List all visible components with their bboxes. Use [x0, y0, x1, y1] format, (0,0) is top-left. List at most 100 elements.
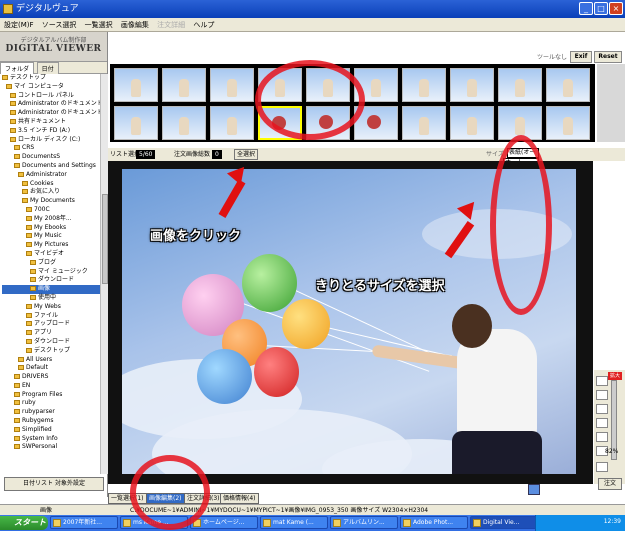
- tree-item[interactable]: ブログ: [2, 259, 100, 268]
- tree-item[interactable]: My Ebooks: [2, 224, 100, 233]
- tree-item[interactable]: 共有ドキュメント: [2, 118, 100, 127]
- system-tray: 12:39: [535, 515, 625, 531]
- tree-item[interactable]: DocumentsS: [2, 153, 100, 162]
- tree-item[interactable]: EN: [2, 382, 100, 391]
- zoom-out-icon[interactable]: [596, 390, 608, 400]
- tree-item[interactable]: rubyparser: [2, 408, 100, 417]
- tree-item[interactable]: Administrator: [2, 171, 100, 180]
- thumbnail[interactable]: [210, 106, 254, 140]
- tree-item[interactable]: My Webs: [2, 303, 100, 312]
- color-icon[interactable]: [596, 418, 608, 428]
- tree-scrollbar[interactable]: [100, 74, 108, 474]
- date-list-button[interactable]: 日付リスト 対象外設定: [4, 477, 104, 491]
- tree-item[interactable]: 3.5 インチ FD (A:): [2, 127, 100, 136]
- zoom-in-icon[interactable]: [596, 376, 608, 386]
- tree-item[interactable]: My 2008年...: [2, 215, 100, 224]
- taskbar-item[interactable]: アルバムリン...: [330, 516, 398, 529]
- tree-item[interactable]: ローカル ディスク (C:): [2, 136, 100, 145]
- tree-item[interactable]: Administrator のドキュメント: [2, 109, 100, 118]
- thumbnail[interactable]: [546, 68, 590, 102]
- thumbnail[interactable]: [114, 68, 158, 102]
- tree-item[interactable]: Administrator のドキュメント: [2, 100, 100, 109]
- tree-item[interactable]: デスクトップ: [2, 74, 100, 83]
- thumbnail[interactable]: [450, 106, 494, 140]
- taskbar-item[interactable]: Adobe Phot...: [400, 516, 468, 529]
- tree-item-label: デスクトップ: [34, 346, 71, 354]
- thumbnail[interactable]: [162, 106, 206, 140]
- tree-item[interactable]: ダウンロード: [2, 276, 100, 285]
- folder-icon: [26, 330, 32, 336]
- tab-date[interactable]: 日付: [36, 62, 59, 74]
- tree-item[interactable]: My Music: [2, 232, 100, 241]
- tree-item[interactable]: 画像: [2, 285, 100, 294]
- tree-item[interactable]: System Info: [2, 435, 100, 444]
- menu-help[interactable]: ヘルプ: [193, 21, 214, 29]
- tree-item[interactable]: アップロード: [2, 320, 100, 329]
- menu-order[interactable]: 注文詳細: [157, 21, 185, 29]
- tree-item-label: Administrator のドキュメント: [18, 109, 100, 117]
- list-count: 5/60: [136, 150, 156, 159]
- order-button[interactable]: 注文: [598, 478, 622, 490]
- tree-item[interactable]: SWPersonal: [2, 443, 100, 452]
- tree-item[interactable]: My Pictures: [2, 241, 100, 250]
- tree-item[interactable]: アプリ: [2, 329, 100, 338]
- folder-tree[interactable]: デスクトップ マイ コンピュータ コントロール パネル Administrator の…: [0, 74, 100, 474]
- tree-item[interactable]: ruby: [2, 399, 100, 408]
- maximize-button[interactable]: □: [594, 2, 608, 15]
- tab-folder[interactable]: フォルダ: [0, 62, 35, 74]
- close-button[interactable]: ×: [609, 2, 623, 15]
- tree-item[interactable]: CRS: [2, 144, 100, 153]
- tree-item[interactable]: Rubygems: [2, 417, 100, 426]
- menu-edit[interactable]: 画像編集: [121, 21, 149, 29]
- tree-item[interactable]: Documents and Settings: [2, 162, 100, 171]
- thumbnail[interactable]: [450, 68, 494, 102]
- tree-item[interactable]: お気に入り: [2, 188, 100, 197]
- thumbnail[interactable]: [402, 106, 446, 140]
- tree-item[interactable]: Program Files: [2, 391, 100, 400]
- select-all-button[interactable]: 全選択: [234, 149, 259, 160]
- tree-item[interactable]: 使用中: [2, 294, 100, 303]
- exif-button[interactable]: Exif: [570, 51, 592, 63]
- tree-item[interactable]: ダウンロード: [2, 338, 100, 347]
- folder-icon: [18, 365, 24, 371]
- thumbnail-scrollbar[interactable]: [597, 64, 625, 142]
- minimize-button[interactable]: _: [579, 2, 593, 15]
- thumbnail[interactable]: [210, 68, 254, 102]
- thumbnail[interactable]: [162, 68, 206, 102]
- crop-icon[interactable]: [596, 432, 608, 442]
- tree-item[interactable]: Default: [2, 364, 100, 373]
- rotate-icon[interactable]: [596, 404, 608, 414]
- thumbnail[interactable]: [114, 106, 158, 140]
- taskbar-item[interactable]: ホームページ...: [190, 516, 258, 529]
- folder-icon: [10, 92, 16, 98]
- taskbar-item[interactable]: 2007年新社...: [50, 516, 118, 529]
- menu-settings[interactable]: 設定(M)F: [4, 21, 34, 29]
- menu-source[interactable]: ソース選択: [42, 21, 77, 29]
- folder-icon: [10, 110, 16, 116]
- tree-item[interactable]: ファイル: [2, 312, 100, 321]
- taskbar-item[interactable]: Digital Vie...: [470, 516, 538, 529]
- thumbnail[interactable]: [402, 68, 446, 102]
- save-icon[interactable]: [596, 462, 608, 472]
- tree-item[interactable]: コントロール パネル: [2, 92, 100, 101]
- tree-item[interactable]: マイ コンピュータ: [2, 83, 100, 92]
- folder-icon: [22, 180, 28, 186]
- tab-price[interactable]: 価格情報(4): [220, 493, 259, 504]
- menu-list[interactable]: 一覧選択: [85, 21, 113, 29]
- tree-item[interactable]: 700C: [2, 206, 100, 215]
- tree-item[interactable]: DRIVERS: [2, 373, 100, 382]
- tree-item[interactable]: マイ ミュージック: [2, 268, 100, 277]
- magnifier-icon[interactable]: [528, 484, 540, 495]
- thumbnail[interactable]: [498, 68, 542, 102]
- taskbar-item[interactable]: mat Kame (...: [260, 516, 328, 529]
- tree-item[interactable]: Simplified: [2, 426, 100, 435]
- tree-item[interactable]: デスクトップ: [2, 347, 100, 356]
- tree-item[interactable]: マイビデオ: [2, 250, 100, 259]
- tree-item[interactable]: All Users: [2, 356, 100, 365]
- tree-item[interactable]: My Documents: [2, 197, 100, 206]
- brand: デジタルアルバム制作部 DIGITAL VIEWER: [0, 32, 107, 62]
- thumbnail[interactable]: [546, 106, 590, 140]
- tree-item-label: アプリ: [34, 329, 53, 337]
- reset-button[interactable]: Reset: [594, 51, 622, 63]
- start-button[interactable]: スタート: [0, 516, 48, 530]
